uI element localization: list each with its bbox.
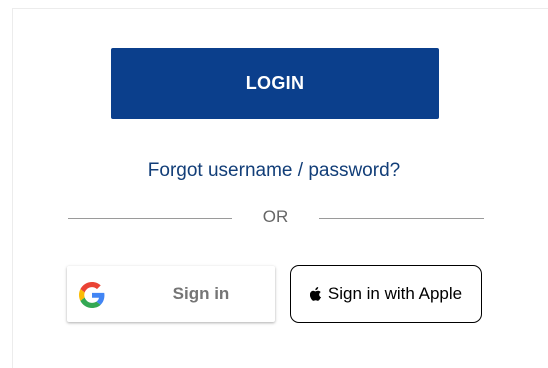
google-sign-in-label: Sign in (172, 284, 230, 303)
forgot-username-password-link[interactable]: Forgot username / password? (0, 160, 548, 182)
apple-sign-in-label: Sign in with Apple (327, 284, 463, 303)
login-button[interactable]: LOGIN (111, 48, 439, 119)
google-g-icon (79, 282, 105, 308)
google-sign-in-button[interactable]: Sign in (67, 266, 275, 322)
apple-logo-icon (309, 287, 321, 301)
or-label: OR (262, 207, 289, 226)
divider-line-left (68, 218, 232, 219)
apple-sign-in-button[interactable]: Sign in with Apple (290, 265, 482, 323)
or-divider: OR (68, 206, 484, 230)
divider-line-right (319, 218, 484, 219)
